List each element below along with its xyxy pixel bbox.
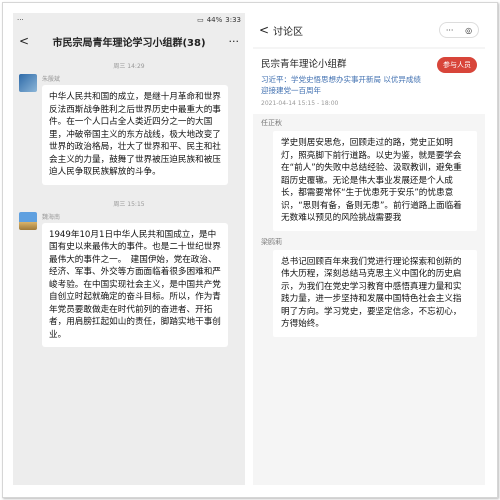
message-bubble[interactable]: 中华人民共和国的成立，是继十月革命和世界反法西斯战争胜利之后世界历史中最重大的事… — [42, 85, 228, 185]
comment-text: 总书记回顾百年来我们党进行理论探索和创新的伟大历程，深刻总结马克思主义中国化的历… — [273, 249, 477, 337]
participants-button[interactable]: 参与人员 — [437, 57, 477, 73]
close-icon[interactable]: ◎ — [465, 26, 472, 35]
sender-name: 魏海南 — [42, 213, 61, 221]
topic-date: 2021-04-14 15:15 - 18:00 — [261, 100, 339, 107]
battery-icon: ▭ — [197, 16, 204, 24]
clock: 3:33 — [225, 16, 241, 24]
page-title: 讨论区 — [273, 26, 303, 38]
message-timestamp: 周三 15:15 — [113, 200, 145, 208]
chat-screen: ··· ▭ 44% 3:33 < 市民宗局青年理论学习小组群(38) ··· 周… — [13, 13, 245, 485]
status-bar: ··· ▭ 44% 3:33 — [13, 13, 245, 27]
topic-link[interactable]: 习近平：学党史悟思想办实事开新局 以优异成绩迎接建党一百周年 — [261, 74, 421, 96]
message-timestamp: 周三 14:29 — [113, 63, 145, 70]
discussion-screen: < 讨论区 ··· ◎ 民宗青年理论小组群 参与人员 习近平：学党史悟思想办实事… — [253, 13, 485, 485]
mini-program-capsule: ··· ◎ — [439, 22, 479, 38]
avatar[interactable] — [19, 74, 37, 92]
group-card: 民宗青年理论小组群 参与人员 习近平：学党史悟思想办实事开新局 以优异成绩迎接建… — [253, 49, 485, 114]
more-icon[interactable]: ··· — [446, 26, 454, 35]
message-item: 朱殷斌 中华人民共和国的成立，是继十月革命和世界反法西斯战争胜利之后世界历史中最… — [13, 74, 245, 185]
chat-title: 市民宗局青年理论学习小组群(38) — [52, 37, 206, 49]
commenter-name: 梁鸥莉 — [261, 237, 282, 246]
back-icon[interactable]: < — [19, 34, 37, 48]
discussion-header: < 讨论区 ··· ◎ — [253, 13, 485, 47]
more-icon[interactable]: ··· — [221, 35, 240, 48]
battery-level: 44% — [206, 16, 223, 24]
comment-text: 学史则居安思危，回顾走过的路，党史正如明灯，照亮脚下前行道路。以史为鉴，就是要学… — [273, 131, 477, 231]
commenter-name: 任正秋 — [261, 119, 282, 127]
back-icon[interactable]: < — [259, 23, 273, 37]
chat-header: < 市民宗局青年理论学习小组群(38) ··· — [13, 27, 245, 55]
message-item: 魏海南 1949年10月1日中华人民共和国成立，是中国有史以来最伟大的事件。也是… — [13, 211, 245, 347]
sender-name: 朱殷斌 — [42, 76, 61, 83]
message-bubble[interactable]: 1949年10月1日中华人民共和国成立，是中国有史以来最伟大的事件。也是二十世纪… — [42, 222, 228, 347]
avatar[interactable] — [19, 211, 37, 230]
status-left: ··· — [17, 16, 24, 24]
